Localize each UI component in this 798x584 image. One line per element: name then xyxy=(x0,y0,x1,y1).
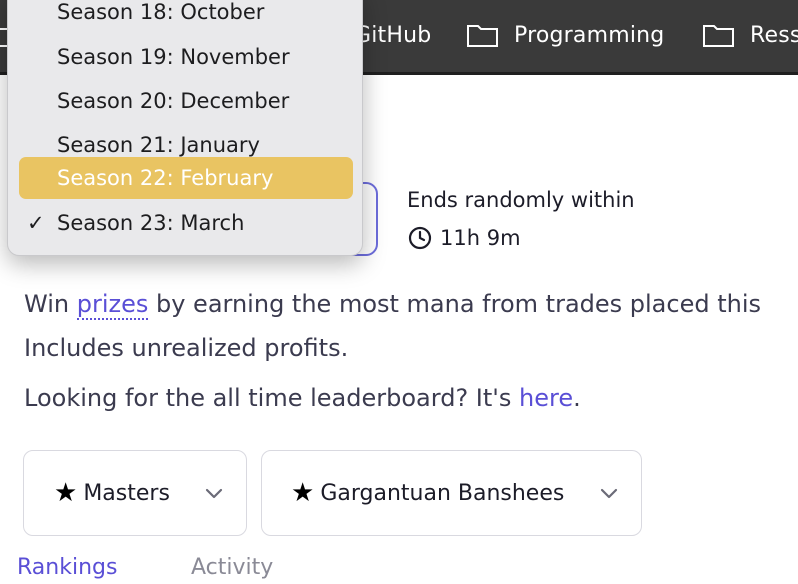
star-icon: ★ xyxy=(54,478,78,508)
description-line: Win prizes by earning the most mana from… xyxy=(24,290,762,320)
bookmark-ress[interactable]: Ress xyxy=(702,17,798,53)
menu-item-season-20[interactable]: Season 20: December xyxy=(19,80,353,122)
here-link[interactable]: here xyxy=(519,384,573,412)
menu-item-season-23[interactable]: ✓ Season 23: March xyxy=(19,202,353,244)
season-dropdown-menu: Season 18: October Season 19: November S… xyxy=(7,0,363,256)
menu-item-label: Season 18: October xyxy=(57,0,265,24)
division-select[interactable]: ★ Masters xyxy=(23,450,247,536)
season-ends-time: 11h 9m xyxy=(408,226,521,250)
tab-activity[interactable]: Activity xyxy=(191,555,273,580)
bookmark-label: Ress xyxy=(750,22,798,48)
chevron-down-icon xyxy=(600,488,618,499)
bookmark-label: Programming xyxy=(514,22,665,48)
folder-icon xyxy=(703,25,734,47)
bookmark-programming[interactable]: Programming xyxy=(466,17,664,53)
cohort-select[interactable]: ★ Gargantuan Banshees xyxy=(261,450,642,536)
note-period: . xyxy=(573,384,581,412)
menu-item-label: Season 21: January xyxy=(57,133,260,157)
tab-rankings[interactable]: Rankings xyxy=(17,555,117,580)
menu-item-label: Season 22: February xyxy=(57,166,274,190)
bookmark-label: GitHub xyxy=(354,22,432,48)
division-label: Masters xyxy=(83,480,170,506)
menu-item-label: Season 23: March xyxy=(57,211,245,235)
season-ends-label: Ends randomly within xyxy=(407,188,635,212)
menu-item-label: Season 20: December xyxy=(57,89,290,113)
description-text: Win xyxy=(24,290,77,318)
cohort-label: Gargantuan Banshees xyxy=(320,480,565,506)
clock-icon xyxy=(408,226,432,250)
description-line-2: Includes unrealized profits. xyxy=(24,334,349,362)
menu-item-season-19[interactable]: Season 19: November xyxy=(19,36,353,78)
menu-item-season-18[interactable]: Season 18: October xyxy=(19,0,353,33)
bookmark-github[interactable]: GitHub xyxy=(354,17,431,53)
time-remaining: 11h 9m xyxy=(440,226,521,250)
checkmark-icon: ✓ xyxy=(27,211,45,235)
star-icon: ★ xyxy=(291,478,315,508)
prizes-link[interactable]: prizes xyxy=(76,290,149,320)
description-text: by earning the most mana from trades pla… xyxy=(148,290,762,318)
menu-item-season-22[interactable]: Season 22: February xyxy=(19,157,353,199)
chevron-down-icon xyxy=(205,488,223,499)
menu-item-label: Season 19: November xyxy=(57,45,290,69)
folder-icon xyxy=(467,25,498,47)
all-time-leaderboard-note: Looking for the all time leaderboard? It… xyxy=(24,384,581,412)
note-text: Looking for the all time leaderboard? It… xyxy=(24,384,520,412)
